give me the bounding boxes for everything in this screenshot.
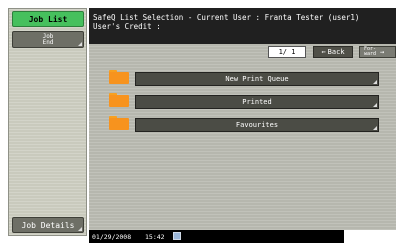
footer-date: 01/29/2008 (92, 233, 132, 241)
folder-icon (109, 93, 129, 107)
memory-icon (173, 232, 181, 240)
job-details-label: Job Details (21, 220, 75, 230)
header-bar: SafeQ List Selection - Current User : Fr… (89, 8, 396, 44)
page-indicator-text: 1/ 1 (278, 48, 296, 56)
copier-screen: Job List Job End Job Details SafeQ List … (0, 0, 396, 243)
job-list-button[interactable]: Job List (12, 11, 84, 27)
forward-arrow-icon: → (380, 48, 385, 56)
status-footer: 01/29/2008 15:42 (89, 230, 344, 243)
queue-printed-button[interactable]: Printed (135, 95, 379, 109)
queue-favourites-button[interactable]: Favourites (135, 118, 379, 132)
footer-time: 15:42 (145, 233, 165, 241)
forward-label: For- ward (364, 46, 377, 57)
job-end-label-line2: End (42, 38, 54, 46)
job-details-button[interactable]: Job Details (12, 217, 84, 233)
job-end-button[interactable]: Job End (12, 31, 84, 48)
queue-new-print-queue-button[interactable]: New Print Queue (135, 72, 379, 86)
folder-icon (109, 70, 129, 84)
back-label: Back (327, 48, 345, 56)
user-credit: User's Credit : (93, 22, 161, 31)
forward-button[interactable]: For- ward → (359, 46, 396, 58)
folder-icon (109, 116, 129, 130)
job-list-label: Job List (28, 14, 68, 24)
page-indicator: 1/ 1 (268, 46, 306, 58)
page-title: SafeQ List Selection - Current User : Fr… (93, 13, 360, 22)
back-arrow-icon: ⇐ (321, 48, 326, 56)
queue-label: New Print Queue (225, 75, 289, 83)
queue-label: Favourites (235, 121, 279, 129)
back-button[interactable]: ⇐ Back (313, 46, 353, 58)
queue-label: Printed (242, 98, 272, 106)
